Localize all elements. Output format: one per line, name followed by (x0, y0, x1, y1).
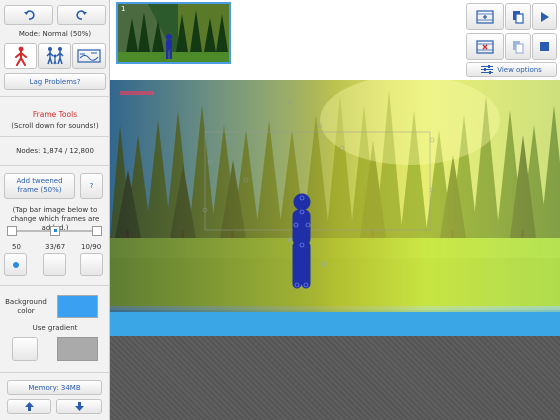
frame-thumbnail[interactable]: 1 (116, 2, 231, 64)
background-color-swatch[interactable] (57, 295, 98, 318)
redo-icon (75, 10, 87, 20)
mode-family-button[interactable] (38, 43, 71, 69)
left-sidebar: Mode: Normal (50%) Lag Problems? Frame T… (0, 0, 110, 420)
paste-icon (513, 40, 524, 54)
ratio-option-33-67[interactable] (43, 253, 66, 276)
thumbnail-scene (118, 4, 229, 62)
stop-button[interactable] (532, 33, 557, 60)
add-frame-button[interactable] (466, 3, 504, 30)
ratio-option-10-90[interactable] (80, 253, 103, 276)
count-50: 50 (12, 243, 21, 251)
stickman-icon (14, 46, 27, 66)
copy-icon (513, 10, 524, 24)
mode-stage-button[interactable] (72, 43, 106, 69)
film-remove-icon (476, 39, 494, 54)
arrow-up-icon (24, 402, 34, 411)
family-icon (45, 47, 64, 65)
arrow-down-icon (74, 402, 84, 411)
memory-label: Memory: 34MB (28, 383, 81, 392)
remove-frame-button[interactable] (466, 33, 504, 60)
memory-button[interactable]: Memory: 34MB (7, 380, 102, 395)
animation-canvas[interactable] (110, 80, 560, 420)
lag-problems-label: Lag Problems? (29, 77, 81, 86)
gradient-off-button[interactable] (12, 337, 38, 361)
gradient-swatch[interactable] (57, 337, 98, 361)
lag-problems-button[interactable]: Lag Problems? (4, 73, 106, 90)
sliders-icon (481, 65, 494, 74)
background-color-label: Background color (5, 298, 47, 315)
use-gradient-label: Use gradient (32, 324, 78, 332)
help-button[interactable]: ? (80, 173, 103, 199)
add-tweened-frame-button[interactable]: Add tweened frame (50%) (4, 173, 75, 199)
view-options-button[interactable]: View options (466, 62, 557, 77)
mode-label: Mode: Normal (50%) (18, 30, 92, 38)
count-10-90: 10/90 (81, 243, 102, 251)
selected-dot-icon (12, 261, 19, 268)
help-label: ? (89, 182, 94, 190)
ratio-option-50[interactable] (4, 253, 27, 276)
frame-number: 1 (121, 5, 126, 13)
nodes-label: Nodes: 1,874 / 12,800 (16, 147, 94, 155)
stage (110, 80, 560, 336)
move-up-button[interactable] (7, 399, 51, 414)
play-button[interactable] (532, 3, 557, 30)
redo-button[interactable] (57, 5, 106, 25)
tween-ratio-bar[interactable] (7, 226, 102, 236)
frame-tools-title: Frame Tools (32, 110, 78, 119)
stage-icon (77, 49, 101, 63)
copy-frame-button[interactable] (505, 3, 531, 30)
move-down-button[interactable] (56, 399, 102, 414)
undo-icon (23, 10, 35, 20)
play-icon (540, 11, 549, 22)
add-tweened-frame-label: Add tweened frame (50%) (16, 177, 63, 194)
view-options-label: View options (497, 65, 542, 74)
stop-icon (540, 42, 549, 51)
paste-frame-button[interactable] (505, 33, 531, 60)
undo-button[interactable] (4, 5, 53, 25)
film-add-icon (476, 9, 494, 24)
frame-tools-subtitle: (Scroll down for sounds!) (11, 122, 99, 130)
scene (110, 80, 560, 336)
mode-stickman-button[interactable] (4, 43, 37, 69)
count-33-67: 33/67 (45, 243, 66, 251)
